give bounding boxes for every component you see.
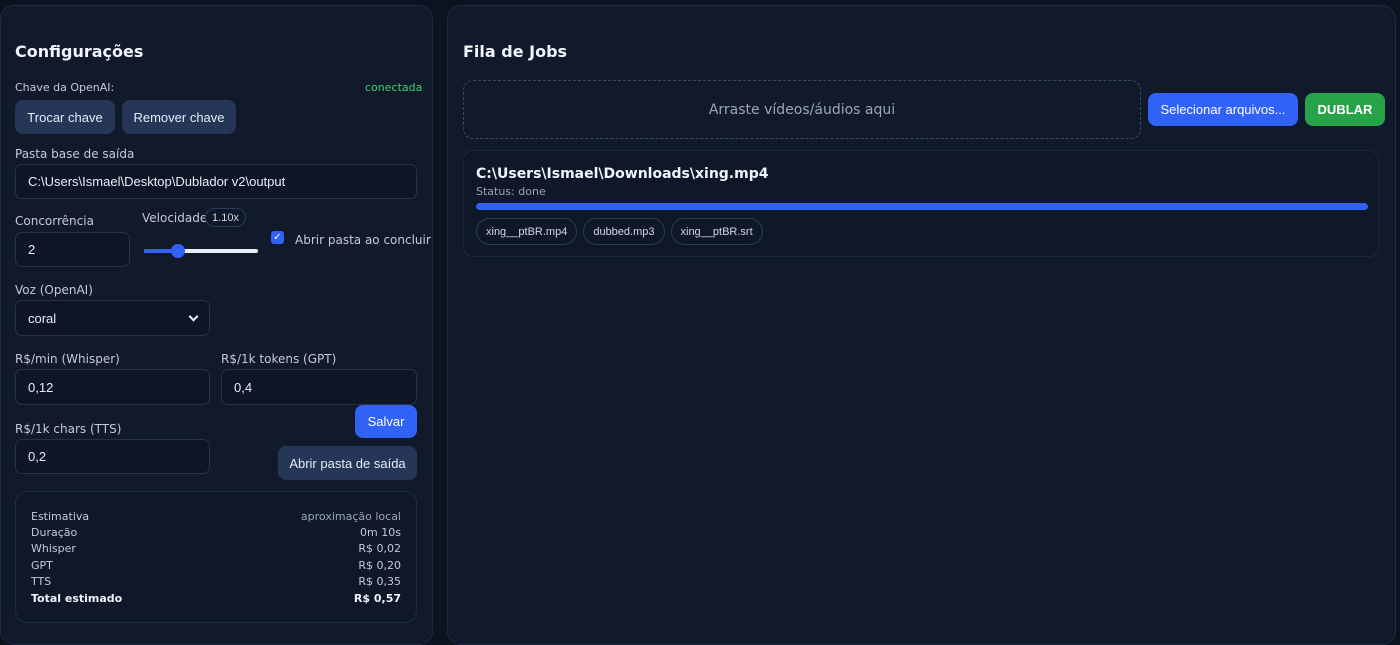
estimate-note: aproximação local bbox=[300, 510, 401, 523]
price-whisper-label: R$/min (Whisper) bbox=[15, 352, 120, 366]
output-file-chip[interactable]: xing__ptBR.mp4 bbox=[476, 218, 578, 245]
estimate-row-label: TTS bbox=[31, 575, 52, 588]
estimate-total-value: R$ 0,57 bbox=[353, 592, 401, 605]
output-dir-field[interactable]: C:\Users\Ismael\Desktop\Dublador v2\outp… bbox=[15, 164, 417, 199]
open-folder-label: Abrir pasta ao concluir bbox=[295, 233, 431, 247]
price-whisper-field[interactable]: 0,12 bbox=[15, 369, 210, 405]
estimate-row: Whisper R$ 0,02 bbox=[31, 542, 401, 558]
estimate-row-value: R$ 0,02 bbox=[358, 542, 401, 555]
output-file-chip[interactable]: dubbed.mp3 bbox=[583, 218, 665, 245]
price-tts-field[interactable]: 0,2 bbox=[15, 439, 210, 474]
job-status: Status: done bbox=[476, 185, 546, 198]
api-key-label: Chave da OpenAI: bbox=[15, 81, 115, 94]
output-file-chip[interactable]: xing__ptBR.srt bbox=[670, 218, 763, 245]
estimate-total: Total estimado R$ 0,57 bbox=[31, 592, 401, 608]
config-title: Configurações bbox=[15, 42, 144, 61]
speed-slider[interactable] bbox=[144, 244, 258, 258]
concurrency-label: Concorrência bbox=[15, 214, 94, 228]
concurrency-field[interactable]: 2 bbox=[15, 232, 130, 267]
price-gpt-label: R$/1k tokens (GPT) bbox=[221, 352, 337, 366]
remove-key-button[interactable]: Remover chave bbox=[122, 100, 236, 134]
voice-select-value: coral bbox=[28, 310, 57, 326]
dropzone[interactable]: Arraste vídeos/áudios aqui bbox=[463, 80, 1141, 139]
save-button[interactable]: Salvar bbox=[355, 405, 417, 438]
api-key-status: conectada bbox=[365, 81, 423, 94]
job-progress-fill bbox=[476, 203, 1368, 210]
select-files-button[interactable]: Selecionar arquivos... bbox=[1148, 93, 1298, 126]
estimate-row-label: Whisper bbox=[31, 542, 76, 555]
estimate-row-label: Duração bbox=[31, 526, 78, 539]
price-tts-label: R$/1k chars (TTS) bbox=[15, 422, 122, 436]
jobs-title: Fila de Jobs bbox=[463, 42, 568, 61]
job-outputs: xing__ptBR.mp4 dubbed.mp3 xing__ptBR.srt bbox=[476, 218, 763, 245]
change-key-button[interactable]: Trocar chave bbox=[15, 100, 115, 134]
estimate-row: TTS R$ 0,35 bbox=[31, 575, 401, 591]
job-item: C:\Users\Ismael\Downloads\xing.mp4 Statu… bbox=[463, 150, 1379, 257]
estimate-row-value: R$ 0,35 bbox=[358, 575, 401, 588]
estimate-total-label: Total estimado bbox=[31, 592, 123, 605]
open-folder-checkbox[interactable]: ✓ bbox=[271, 231, 284, 244]
estimate-header: Estimativa aproximação local bbox=[31, 510, 401, 526]
estimate-row-value: 0m 10s bbox=[360, 526, 401, 539]
estimate-row: GPT R$ 0,20 bbox=[31, 559, 401, 575]
estimate-row: Duração 0m 10s bbox=[31, 526, 401, 542]
price-gpt-field[interactable]: 0,4 bbox=[221, 369, 417, 405]
estimate-row-value: R$ 0,20 bbox=[358, 559, 401, 572]
voice-select[interactable]: coral bbox=[15, 300, 210, 336]
chevron-down-icon bbox=[188, 311, 199, 322]
estimate-card: Estimativa aproximação local Duração 0m … bbox=[15, 491, 417, 623]
open-output-button[interactable]: Abrir pasta de saída bbox=[278, 446, 417, 480]
estimate-row-label: GPT bbox=[31, 559, 53, 572]
job-path: C:\Users\Ismael\Downloads\xing.mp4 bbox=[476, 166, 769, 182]
voice-label: Voz (OpenAI) bbox=[15, 283, 93, 297]
speed-label: Velocidade bbox=[142, 211, 208, 225]
job-progress-bar bbox=[476, 203, 1368, 210]
speed-badge: 1.10x bbox=[205, 208, 246, 227]
dropzone-text: Arraste vídeos/áudios aqui bbox=[708, 101, 896, 118]
output-dir-label: Pasta base de saída bbox=[15, 147, 135, 161]
dub-button[interactable]: DUBLAR bbox=[1305, 93, 1385, 126]
estimate-title: Estimativa bbox=[31, 510, 90, 523]
